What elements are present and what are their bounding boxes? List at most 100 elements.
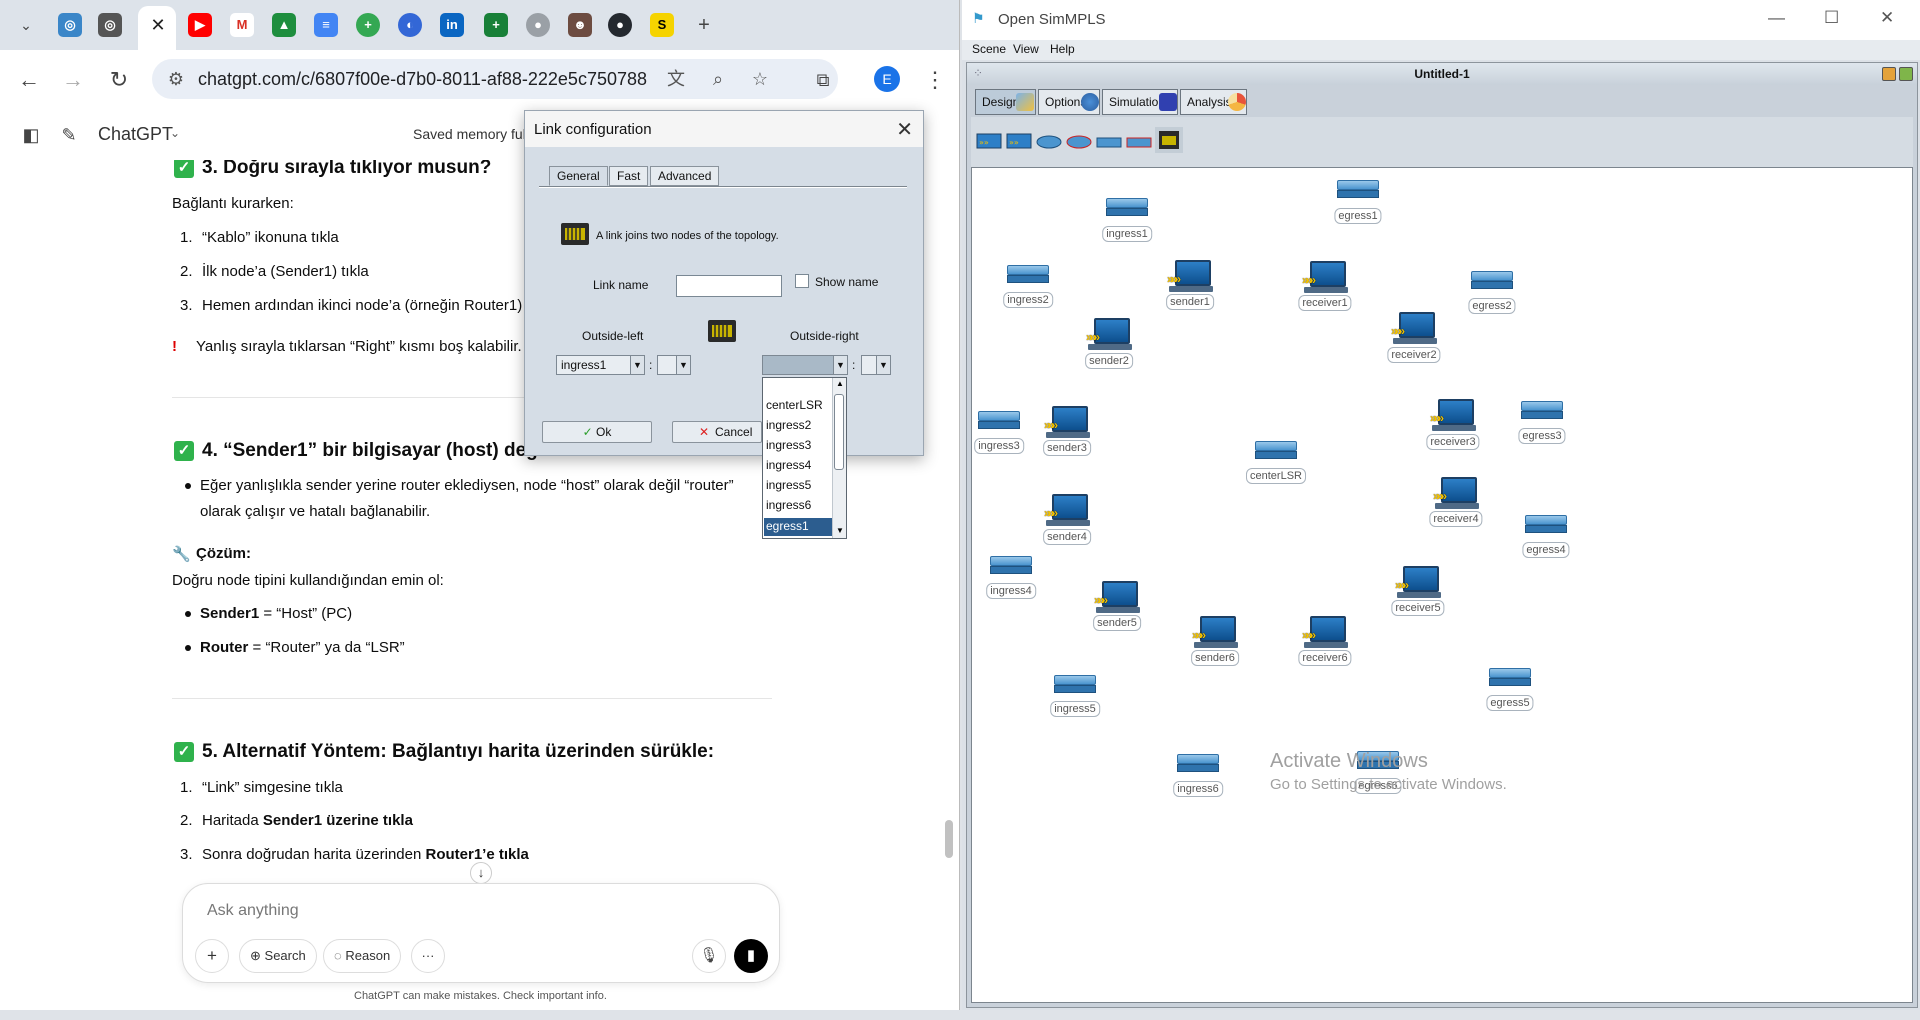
router-node[interactable] xyxy=(1054,675,1096,697)
tab-linkedin-icon[interactable]: in xyxy=(440,13,464,37)
tab-sheets-icon[interactable]: + xyxy=(484,13,508,37)
dropdown-option[interactable]: ingress5 xyxy=(766,478,811,492)
reload-icon[interactable]: ↻ xyxy=(104,65,134,95)
dropdown-option[interactable]: ingress3 xyxy=(766,438,811,452)
host-node[interactable]: »»» xyxy=(1167,260,1213,296)
host-node[interactable]: »»» xyxy=(1094,581,1140,617)
menu-scene[interactable]: Scene xyxy=(972,42,1006,56)
tab-simulation[interactable]: Simulation xyxy=(1102,89,1178,115)
host-node[interactable]: »»» xyxy=(1044,494,1090,530)
router-node[interactable] xyxy=(1489,668,1531,690)
bookmark-star-icon[interactable]: ☆ xyxy=(748,67,772,91)
left-port-select[interactable]: ▼ xyxy=(657,355,691,375)
host-node[interactable]: »»» xyxy=(1044,406,1090,442)
add-ler-icon[interactable] xyxy=(1095,133,1123,151)
scenario-titlebar[interactable]: ⁘ Untitled-1 xyxy=(967,63,1917,85)
attach-icon[interactable]: + xyxy=(195,939,229,973)
back-icon[interactable]: ← xyxy=(14,65,44,95)
dropdown-option[interactable]: centerLSR xyxy=(766,398,823,412)
tab-advanced[interactable]: Advanced xyxy=(650,166,720,186)
router-node[interactable] xyxy=(1255,441,1297,463)
host-node[interactable]: »»» xyxy=(1391,312,1437,348)
add-active-lsr-icon[interactable] xyxy=(1065,133,1093,151)
maximize-icon[interactable]: ☐ xyxy=(1824,8,1839,28)
voice-mode-icon[interactable]: ▮ xyxy=(734,939,768,973)
browser-menu-icon[interactable]: ⋮ xyxy=(920,65,950,95)
host-node[interactable]: »»» xyxy=(1430,399,1476,435)
tab-general[interactable]: General xyxy=(549,166,608,186)
dropdown-option[interactable]: ingress6 xyxy=(766,498,811,512)
cancel-button[interactable]: ✕ Cancel xyxy=(672,421,762,443)
scroll-up-icon[interactable]: ▲ xyxy=(836,379,844,388)
router-node[interactable] xyxy=(1007,265,1049,287)
scroll-down-button[interactable]: ↓ xyxy=(470,862,492,884)
forward-icon[interactable]: → xyxy=(58,65,88,95)
link-name-input[interactable] xyxy=(676,275,782,297)
dropdown-scrollbar[interactable]: ▲ ▼ xyxy=(832,378,846,538)
add-link-icon[interactable] xyxy=(1155,127,1183,153)
close-icon[interactable]: ✕ xyxy=(1880,8,1894,28)
mic-icon[interactable]: 🎙 xyxy=(692,939,726,973)
simmpls-titlebar[interactable]: ⚑ Open SimMPLS — ☐ ✕ xyxy=(962,0,1920,40)
show-name-checkbox[interactable] xyxy=(795,274,809,288)
ok-button[interactable]: ✓ Ok xyxy=(542,421,652,443)
router-node[interactable] xyxy=(1521,401,1563,423)
menu-view[interactable]: View xyxy=(1013,42,1039,56)
dropdown-option[interactable]: ingress4 xyxy=(766,458,811,472)
router-node[interactable] xyxy=(978,411,1020,433)
scroll-thumb[interactable] xyxy=(834,394,844,470)
composer-input[interactable]: Ask anything xyxy=(207,902,299,920)
host-node[interactable]: »»» xyxy=(1302,261,1348,297)
add-sender-icon[interactable]: »» xyxy=(975,133,1003,151)
right-port-select[interactable]: ▼ xyxy=(861,355,891,375)
sidebar-toggle-icon[interactable]: ◧ xyxy=(20,124,42,146)
host-node[interactable]: »»» xyxy=(1086,318,1132,354)
tab-plus-icon[interactable]: + xyxy=(356,13,380,37)
host-node[interactable]: »»» xyxy=(1395,566,1441,602)
router-node[interactable] xyxy=(1471,271,1513,293)
topology-canvas[interactable]: ingress1 egress1 ingress2 egress2 ingres… xyxy=(971,167,1913,1003)
chevron-down-icon[interactable]: ⌄ xyxy=(170,126,180,140)
translate-icon[interactable]: 文 xyxy=(664,67,688,91)
frame-maximize-icon[interactable] xyxy=(1899,67,1913,81)
router-node[interactable] xyxy=(1106,198,1148,220)
add-active-ler-icon[interactable] xyxy=(1125,133,1153,151)
router-node[interactable] xyxy=(1525,515,1567,537)
tab-design[interactable]: Design xyxy=(975,89,1036,115)
frame-minimize-icon[interactable] xyxy=(1882,67,1896,81)
tab-gmail-icon[interactable]: M xyxy=(230,13,254,37)
router-node[interactable] xyxy=(1337,180,1379,202)
minimize-icon[interactable]: — xyxy=(1768,8,1785,28)
router-node[interactable] xyxy=(990,556,1032,578)
new-chat-icon[interactable]: ✎ xyxy=(58,124,80,146)
add-lsr-icon[interactable] xyxy=(1035,133,1063,151)
tab-globe-icon[interactable]: ◐ xyxy=(398,13,422,37)
dropdown-option[interactable]: ingress2 xyxy=(766,418,811,432)
right-node-select[interactable]: ▼ xyxy=(762,355,848,375)
tab-web-icon[interactable]: ● xyxy=(526,13,550,37)
new-tab-button[interactable]: + xyxy=(688,10,720,40)
tab-s-icon[interactable]: S xyxy=(650,13,674,37)
composer[interactable]: Ask anything + ⊕ Search ◌ Reason ··· 🎙 ▮ xyxy=(182,883,780,983)
site-info-icon[interactable]: ⚙ xyxy=(164,67,188,91)
reason-button[interactable]: ◌ Reason xyxy=(323,939,402,973)
tab-fast[interactable]: Fast xyxy=(609,166,649,186)
tab-close-icon[interactable]: ✕ xyxy=(142,10,174,40)
chat-scrollbar[interactable] xyxy=(945,820,953,858)
search-button[interactable]: ⊕ Search xyxy=(239,939,317,973)
tab-icon-1[interactable]: ◎ xyxy=(58,13,82,37)
tab-drive-icon[interactable]: ▲ xyxy=(272,13,296,37)
scroll-down-icon[interactable]: ▼ xyxy=(836,526,844,535)
tab-analysis[interactable]: Analysis xyxy=(1180,89,1247,115)
tab-options[interactable]: Options xyxy=(1038,89,1100,115)
router-node[interactable] xyxy=(1177,754,1219,776)
url-text[interactable]: chatgpt.com/c/6807f00e-d7b0-8011-af88-22… xyxy=(198,69,647,90)
dialog-titlebar[interactable]: Link configuration ✕ xyxy=(525,111,923,147)
more-options-button[interactable]: ··· xyxy=(411,939,445,973)
dropdown-option-selected[interactable]: egress1 xyxy=(766,519,809,533)
close-icon[interactable]: ✕ xyxy=(896,117,913,142)
add-receiver-icon[interactable]: »» xyxy=(1005,133,1033,151)
right-node-dropdown[interactable]: centerLSR ingress2 ingress3 ingress4 ing… xyxy=(762,377,847,539)
tab-search-icon[interactable]: ⌄ xyxy=(10,10,42,40)
tab-icon-2[interactable]: ◎ xyxy=(98,13,122,37)
